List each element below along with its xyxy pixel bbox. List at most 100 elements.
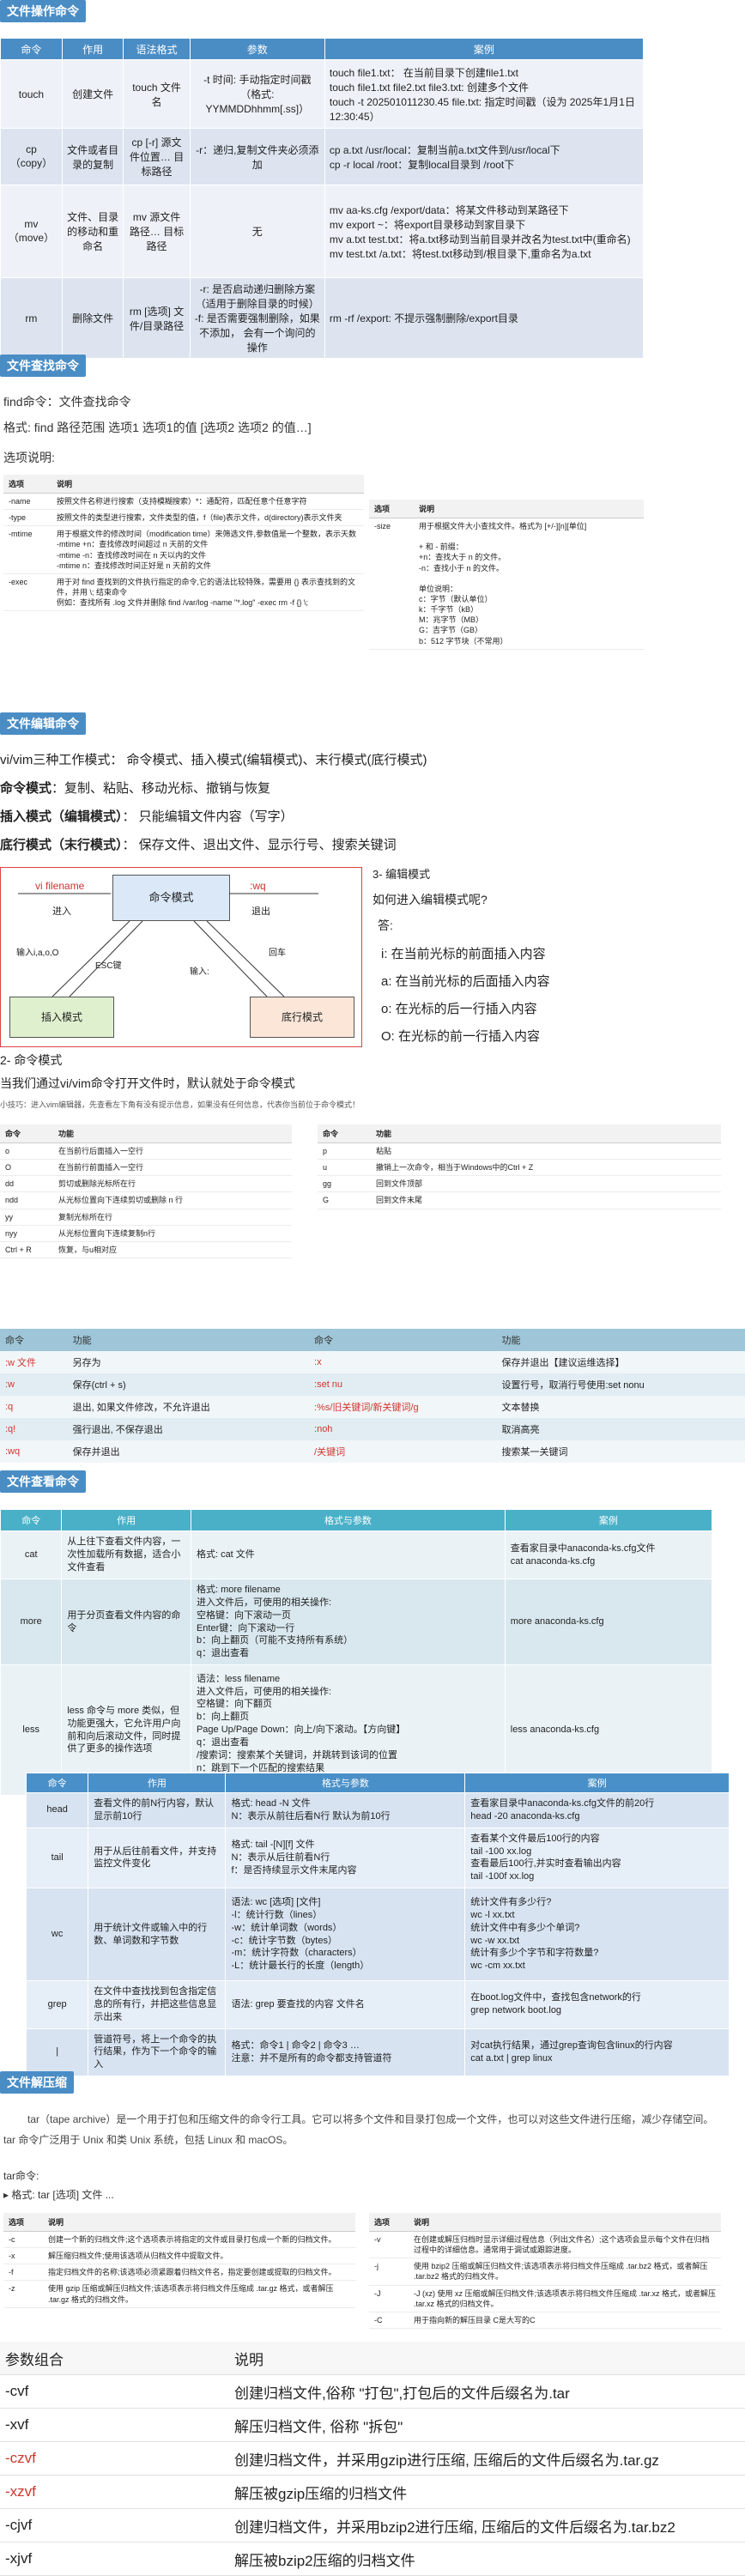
cell-text: 在boot.log文件中，查找包含network的行grep network b… <box>470 1992 641 2015</box>
t2-row: more用于分页查看文件内容的命令格式: more filename进入文件后，… <box>1 1579 712 1665</box>
cmd-right-cell: 撤销上一次命令，相当于Windows中的Ctrl + Z <box>371 1160 721 1176</box>
tar-options-right: 选项说明-v在创建或解压归档时显示详细过程信息（列出文件名）;这个选项会显示每个… <box>369 2213 721 2329</box>
tar-left-cell: -x <box>3 2248 43 2264</box>
vim-insert-mode-line: 插入模式（编辑模式）： 只能编辑文件内容（写字） <box>0 807 294 825</box>
t2-cell: 从上往下查看文件内容，一次性加载所有数据，适合小文件查看 <box>62 1531 191 1579</box>
bottom-mode-table: 命令功能命令功能:w 文件另存为:x保存并退出【建议运维选择】:w保存(ctrl… <box>0 1329 745 1463</box>
t1-cell-use: 删除文件 <box>62 278 123 359</box>
t1-cell-syntax: mv 源文件路径… 目标路径 <box>124 185 190 278</box>
tar-cmd-label: tar命令: <box>3 2168 39 2183</box>
cell-text: -j <box>374 2262 379 2270</box>
cmd-table-left: 命令功能o在当前行后面插入一空行O在当前行前面插入一空行dd剪切或删除光标所在行… <box>0 1124 292 1258</box>
t2-cell: cat <box>1 1531 62 1579</box>
cell-text: less 命令与 more 类似，但功能更强大，它允许用户向前和向后滚动文件，同… <box>67 1706 180 1755</box>
t1-cell-params: 无 <box>190 185 324 278</box>
cell-text: u <box>323 1163 327 1172</box>
cell-text: -C <box>374 2316 383 2324</box>
params-row: -xvf解压归档文件, 俗称 "拆包" <box>0 2409 745 2442</box>
cell-text: 按照文件名称进行搜索（支持模糊搜索）*：通配符，匹配任意个任意字符 <box>57 497 307 506</box>
bottom-mode-box: 底行模式 <box>250 997 354 1038</box>
params-desc: 解压被bzip2压缩的归档文件 <box>229 2543 745 2576</box>
cell-text: 使用 gzip 压缩或解压归档文件;该选项表示将归档文件压缩成 .tar.gz … <box>48 2284 334 2303</box>
cell-text: cp [-r] 源文件位置… 目标路径 <box>130 136 184 178</box>
cmd-left-cell: 剪切或删除光标所在行 <box>53 1176 292 1192</box>
t1-cell-cmd: touch <box>1 60 63 129</box>
cell-text: 用于指向新的解压目录 C是大写的C <box>414 2316 536 2324</box>
cell-text: -t 时间: 手动指定时间戳（格式: YYMMDDhhmm[.ss]） <box>203 74 311 115</box>
params-header-1: 说明 <box>229 2342 745 2375</box>
cell-text: -name <box>9 497 31 506</box>
tar-right-row: -v在创建或解压归档时显示详细过程信息（列出文件名）;这个选项会显示每个文件在归… <box>369 2232 721 2258</box>
cmd-left-cell: 在当前行后面插入一空行 <box>53 1143 292 1160</box>
t3-cell: 格式：命令1 | 命令2 | 命令3 …注意：并不是所有的命令都支持管道符 <box>226 2028 465 2076</box>
cmd-right-row: G回到文件末尾 <box>318 1192 721 1209</box>
cell-text: 从上往下查看文件内容，一次性加载所有数据，适合小文件查看 <box>67 1537 180 1573</box>
cell-text: 在当前行后面插入一空行 <box>58 1147 143 1155</box>
tar-left-cell: -z <box>3 2281 43 2307</box>
cell-text: -z <box>9 2284 15 2293</box>
t3-cell: 语法: wc [选项] [文件]-l：统计行数（lines）-w：统计单词数（w… <box>226 1888 465 1981</box>
cell-text: O <box>5 1163 11 1172</box>
params-key: -xjvf <box>0 2543 229 2576</box>
cell-text: Ctrl + R <box>5 1246 32 1254</box>
cell-text: 创建一个新的归档文件;这个选项表示将指定的文件或目录打包成一个新的归档文件。 <box>48 2235 336 2244</box>
cmd-right-header-1: 功能 <box>371 1124 721 1143</box>
cell-text: 格式: tail -[N][f] 文件N：表示从后往前看N行f：是否持续显示文件… <box>231 1840 356 1876</box>
cell-text: 查看家目录中anaconda-ks.cfg文件cat anaconda-ks.c… <box>511 1543 656 1567</box>
tar-left-row: -x解压缩归档文件;使用该选项从归档文件中提取文件。 <box>3 2248 355 2264</box>
cell-text: -v <box>374 2235 381 2244</box>
cmd-left-cell: dd <box>0 1176 53 1192</box>
t3-cell: 语法: grep 要查找的内容 文件名 <box>226 1981 465 2029</box>
params-desc: 解压归档文件, 俗称 "拆包" <box>229 2409 745 2442</box>
view-table-1: 命令作用格式与参数案例cat从上往下查看文件内容，一次性加载所有数据，适合小文件… <box>0 1509 712 1796</box>
edit-mode-heading: 3- 编辑模式 <box>372 865 430 882</box>
cell-text: 格式: head -N 文件N：表示从前往后看N行 默认为前10行 <box>231 1798 390 1821</box>
cell-text: mv（move） <box>9 218 54 244</box>
tar-left-cell: 指定归档文件的名称;该选项必须紧跟着归档文件名，指定要创建或提取的归档文件。 <box>43 2264 355 2281</box>
params-desc: 创建归档文件,俗称 "打包",打包后的文件后缀名为.tar <box>229 2375 745 2409</box>
find-right-cell: -size <box>369 518 414 650</box>
t1-header-0: 命令 <box>1 39 63 60</box>
vt-cell: 文本替换 <box>497 1396 745 1418</box>
t3-header-2: 格式与参数 <box>226 1773 465 1793</box>
t3-row: |管道符号，将上一个命令的执行结果，作为下一个命令的输入格式：命令1 | 命令2… <box>27 2028 730 2076</box>
vt-header-2: 命令 <box>309 1329 496 1351</box>
cell-text: ndd <box>5 1196 18 1204</box>
cell-text: more anaconda-ks.cfg <box>511 1616 604 1627</box>
cell-text: 语法: grep 要查找的内容 文件名 <box>231 1999 364 2009</box>
cell-text: head <box>46 1804 67 1815</box>
params-desc: 解压被gzip压缩的归档文件 <box>229 2476 745 2509</box>
vt-header-3: 功能 <box>497 1329 745 1351</box>
cmd-right-cell: gg <box>318 1176 371 1192</box>
t3-cell: head <box>27 1793 88 1828</box>
t1-header-4: 案例 <box>324 39 643 60</box>
cmd-right-row: p粘贴 <box>318 1143 721 1160</box>
cmd-left-row: Ctrl + R恢复，与u相对应 <box>0 1241 292 1258</box>
cell-text: -exec <box>9 578 27 586</box>
cell-text: | <box>56 2046 58 2057</box>
find-left-cell: 用于根据文件的修改时间（modification time）来筛选文件,参数值是… <box>51 526 364 574</box>
cell-text: 格式：命令1 | 命令2 | 命令3 …注意：并不是所有的命令都支持管道符 <box>231 2040 391 2064</box>
cell-text: 用于根据文件的修改时间（modification time）来筛选文件,参数值是… <box>57 530 356 569</box>
insert-opt-2: o: 在光标的后一行插入内容 <box>381 999 537 1017</box>
find-left-row: -name 按照文件名称进行搜索（支持模糊搜索）*：通配符，匹配任意个任意字符 <box>3 494 364 510</box>
t1-cell-use: 文件或者目录的复制 <box>62 129 123 185</box>
params-row: -cvf创建归档文件,俗称 "打包",打包后的文件后缀名为.tar <box>0 2375 745 2409</box>
cell-text: o <box>5 1147 9 1155</box>
cell-text: 粘贴 <box>376 1147 391 1155</box>
params-key: -xvf <box>0 2409 229 2442</box>
vt-cell: :q <box>0 1396 68 1418</box>
cmd-mode-tip: 小技巧：进入vim编辑器，先查看左下角有没有提示信息，如果没有任何信息，代表你当… <box>0 1099 360 1110</box>
params-row: -czvf创建归档文件，并采用gzip进行压缩, 压缩后的文件后缀名为.tar.… <box>0 2442 745 2476</box>
cmd-left-header-0: 命令 <box>0 1124 53 1143</box>
find-options-right: 选项说明-size用于根据文件大小查找文件。格式为 [+/-][n][单位]+ … <box>369 500 644 650</box>
vt-row: :q退出, 如果文件修改，不允许退出:%s/旧关键词/新关键词/g文本替换 <box>0 1396 745 1418</box>
cell-text: rm [选项] 文件/目录路径 <box>130 306 184 332</box>
params-key: -cvf <box>0 2375 229 2409</box>
params-key: -xzvf <box>0 2476 229 2509</box>
find-left-cell: -type <box>3 510 51 526</box>
vt-cell: :%s/旧关键词/新关键词/g <box>309 1396 496 1418</box>
vt-row: :wq保存并退出/关键词搜索某一关键词 <box>0 1440 745 1463</box>
cell-text: 用于根据文件大小查找文件。格式为 [+/-][n][单位]+ 和 - 前缀：+n… <box>419 522 586 646</box>
t3-header-0: 命令 <box>27 1773 88 1793</box>
